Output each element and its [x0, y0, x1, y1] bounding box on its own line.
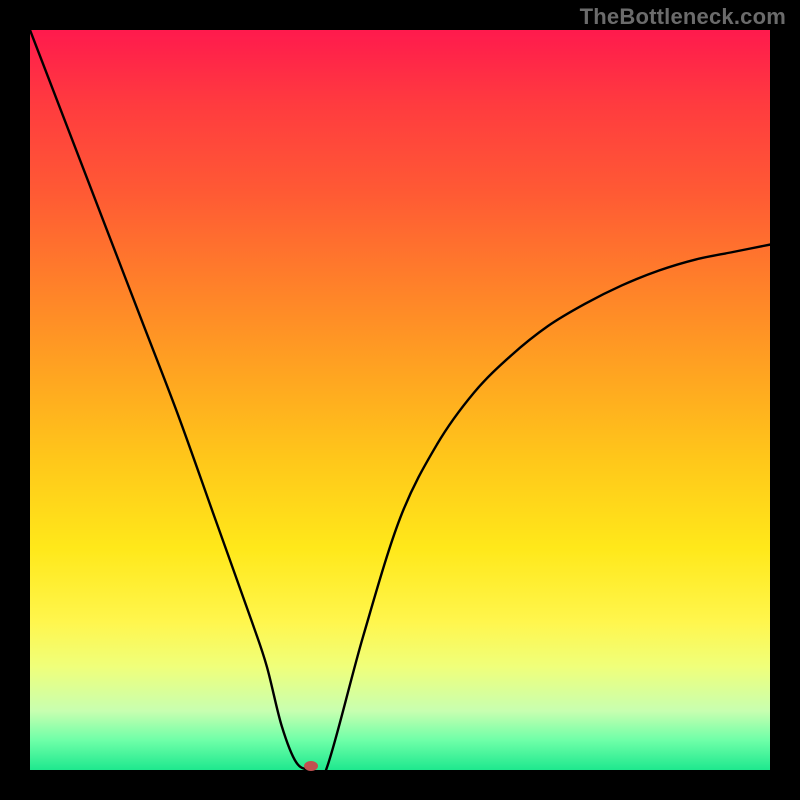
watermark-label: TheBottleneck.com — [580, 4, 786, 30]
plot-area — [30, 30, 770, 770]
chart-frame: TheBottleneck.com — [0, 0, 800, 800]
